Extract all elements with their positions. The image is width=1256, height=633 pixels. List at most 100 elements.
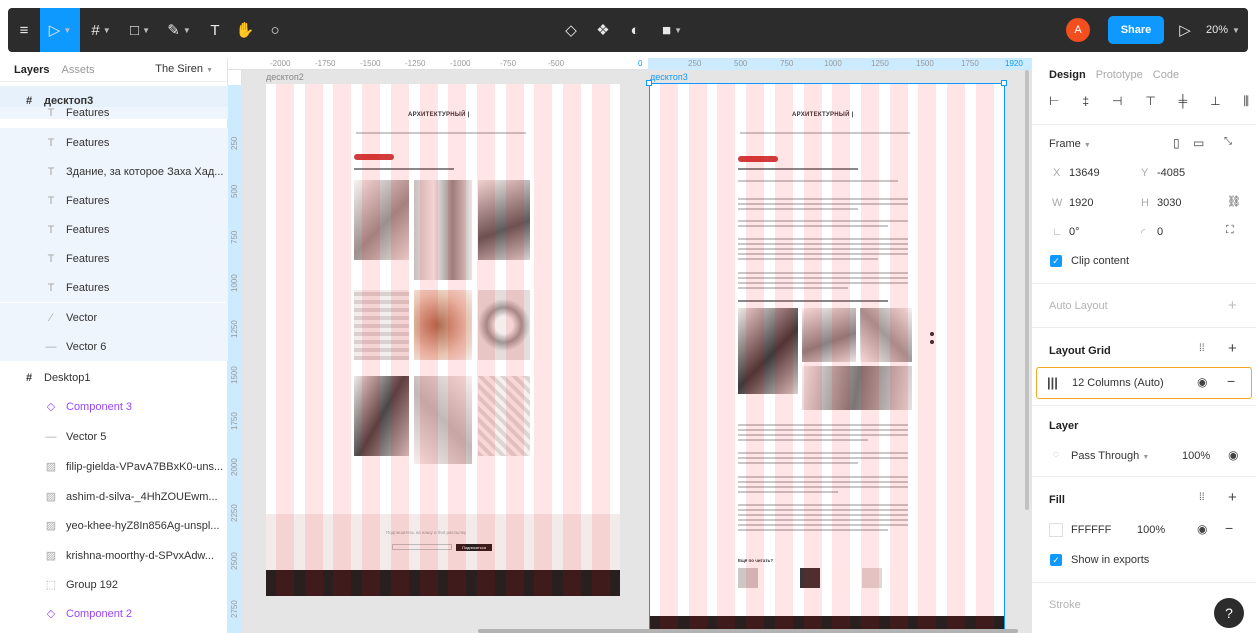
- x-input[interactable]: 13649: [1069, 167, 1100, 179]
- text-tool-button[interactable]: T: [200, 8, 230, 52]
- frame-tool-button[interactable]: # ▼: [82, 8, 120, 52]
- frame-label-desktop3[interactable]: десктоп3: [650, 72, 688, 82]
- fill-opacity-input[interactable]: 100%: [1137, 524, 1165, 536]
- y-input[interactable]: -4085: [1157, 167, 1185, 179]
- layer-text[interactable]: T Features: [0, 107, 228, 119]
- layer-image[interactable]: ▨ filip-gielda-VPavA7BBxK0-uns...: [0, 452, 228, 481]
- layer-text[interactable]: T Features: [0, 186, 228, 215]
- tab-assets[interactable]: Assets: [61, 64, 94, 76]
- fill-hex-input[interactable]: FFFFFF: [1071, 524, 1111, 536]
- layer-group[interactable]: ⬚ Group 192: [0, 570, 228, 599]
- layer-frame-desktop1[interactable]: # Desktop1: [0, 363, 228, 392]
- selection-outline: [649, 83, 1005, 633]
- remove-grid-icon[interactable]: −: [1227, 373, 1235, 389]
- clip-content-checkbox[interactable]: ✓: [1050, 255, 1062, 267]
- rectangle-icon: □: [130, 21, 140, 39]
- pen-tool-button[interactable]: ✎ ▼: [160, 8, 198, 52]
- radius-input[interactable]: 0: [1157, 226, 1163, 238]
- frame-label-desktop2[interactable]: десктоп2: [266, 72, 304, 82]
- portrait-icon[interactable]: ▯: [1173, 136, 1180, 150]
- align-center-v-icon[interactable]: ╪: [1179, 94, 1188, 110]
- create-component-button[interactable]: ◇: [556, 8, 586, 52]
- landscape-icon[interactable]: ▭: [1193, 136, 1204, 150]
- remove-fill-icon[interactable]: −: [1225, 520, 1233, 536]
- mask-button[interactable]: ◐: [620, 8, 650, 52]
- layer-image[interactable]: ▨ krishna-moorthy-d-SPvxAdw...: [0, 541, 228, 570]
- hand-tool-button[interactable]: ✋: [230, 8, 260, 52]
- tab-layers[interactable]: Layers: [14, 64, 49, 76]
- align-bottom-icon[interactable]: ⊥: [1210, 94, 1220, 110]
- align-left-icon[interactable]: ⊢: [1049, 94, 1059, 110]
- align-center-h-icon[interactable]: ‡: [1082, 94, 1089, 110]
- main-menu-button[interactable]: ≡: [8, 8, 40, 52]
- resize-handle[interactable]: [1001, 80, 1007, 86]
- canvas[interactable]: -2000 -1750 -1500 -1250 -1000 -750 -500 …: [228, 58, 1031, 633]
- add-auto-layout-icon[interactable]: +: [1228, 297, 1237, 314]
- vertical-scrollbar[interactable]: [1025, 70, 1029, 510]
- h-input[interactable]: 3030: [1157, 197, 1181, 209]
- layer-component[interactable]: ◇ Component 2: [0, 599, 228, 628]
- layer-text[interactable]: T Features: [0, 244, 228, 273]
- layer-text[interactable]: T Features: [0, 215, 228, 244]
- fill-swatch[interactable]: [1049, 523, 1063, 537]
- add-fill-icon[interactable]: +: [1228, 489, 1237, 506]
- component-set-button[interactable]: ❖: [588, 8, 618, 52]
- layer-vector[interactable]: — Vector 6: [0, 332, 228, 361]
- share-button[interactable]: Share: [1108, 16, 1164, 44]
- layer-vector[interactable]: — Vector 5: [0, 422, 228, 451]
- cursor-icon: ▷: [48, 22, 61, 39]
- grid-styles-icon[interactable]: ⁞⁞: [1199, 343, 1205, 354]
- fill-styles-icon[interactable]: ⁞⁞: [1199, 492, 1205, 503]
- align-right-icon[interactable]: ⊣: [1112, 94, 1122, 110]
- component-icon: ◇: [46, 401, 56, 413]
- eye-icon[interactable]: ◉: [1228, 448, 1238, 462]
- blend-mode-dropdown[interactable]: Pass Through ▼: [1071, 450, 1149, 462]
- resize-to-fit-icon[interactable]: ⤡: [1224, 136, 1232, 147]
- comment-tool-button[interactable]: ○: [260, 8, 290, 52]
- boolean-button[interactable]: ■ ▼: [652, 8, 692, 52]
- constrain-proportions-icon[interactable]: ⛓: [1227, 195, 1241, 208]
- rotation-input[interactable]: 0°: [1069, 226, 1080, 238]
- layer-label: ashim-d-silva-_4HhZOUEwm...: [66, 490, 218, 503]
- tab-prototype[interactable]: Prototype: [1096, 69, 1143, 81]
- help-button[interactable]: ?: [1214, 598, 1244, 628]
- horizontal-scrollbar[interactable]: [478, 629, 1018, 633]
- page-selector[interactable]: The Siren ▼: [155, 63, 213, 75]
- clip-content-label: Clip content: [1071, 255, 1130, 267]
- w-input[interactable]: 1920: [1069, 197, 1093, 209]
- distribute-icon[interactable]: ⫼: [1243, 94, 1249, 110]
- play-icon: ▷: [1179, 22, 1191, 39]
- tab-code[interactable]: Code: [1153, 69, 1179, 81]
- layer-text[interactable]: T Features: [0, 128, 228, 157]
- present-button[interactable]: ▷: [1170, 8, 1200, 52]
- shape-tool-button[interactable]: □ ▼: [121, 8, 159, 52]
- artboard-desktop2[interactable]: АРХИТЕКТУРНЫЙ | Подпишитесь на нашу и th…: [266, 84, 620, 596]
- move-tool-button[interactable]: ▷ ▼: [40, 8, 80, 52]
- eye-icon[interactable]: ◉: [1197, 375, 1207, 389]
- tab-design[interactable]: Design: [1049, 69, 1086, 81]
- align-top-icon[interactable]: ⊤: [1145, 94, 1155, 110]
- corner-radius-icon: ◜: [1141, 227, 1146, 239]
- layer-text[interactable]: T Features: [0, 273, 228, 302]
- show-in-exports-label: Show in exports: [1071, 554, 1150, 566]
- avatar[interactable]: A: [1066, 18, 1090, 42]
- layer-component[interactable]: ◇ Component 3: [0, 392, 228, 421]
- grid-item-row[interactable]: ||| 12 Columns (Auto) ◉ −: [1036, 367, 1252, 399]
- layer-text[interactable]: T Здание, за которое Заха Хад...: [0, 157, 228, 186]
- eye-icon[interactable]: ◉: [1197, 522, 1207, 536]
- layer-vector[interactable]: ⁄ Vector: [0, 303, 228, 332]
- frame-icon: #: [91, 21, 100, 39]
- show-in-exports-checkbox[interactable]: ✓: [1050, 554, 1062, 566]
- resize-handle[interactable]: [646, 80, 652, 86]
- stroke-label: Stroke: [1049, 599, 1081, 611]
- add-grid-icon[interactable]: +: [1228, 340, 1237, 357]
- independent-corners-icon[interactable]: ⛶: [1226, 224, 1234, 237]
- divider: [1032, 405, 1256, 406]
- layer-opacity-input[interactable]: 100%: [1182, 450, 1210, 462]
- photo: [354, 376, 409, 456]
- zoom-dropdown[interactable]: 20% ▼: [1206, 8, 1240, 52]
- layer-image[interactable]: ▨ yeo-khee-hyZ8In856Ag-unspl...: [0, 511, 228, 540]
- layer-image[interactable]: ▨ ashim-d-silva-_4HhZOUEwm...: [0, 482, 228, 511]
- columns-icon[interactable]: |||: [1047, 375, 1058, 390]
- frame-type-dropdown[interactable]: Frame ▼: [1049, 138, 1091, 150]
